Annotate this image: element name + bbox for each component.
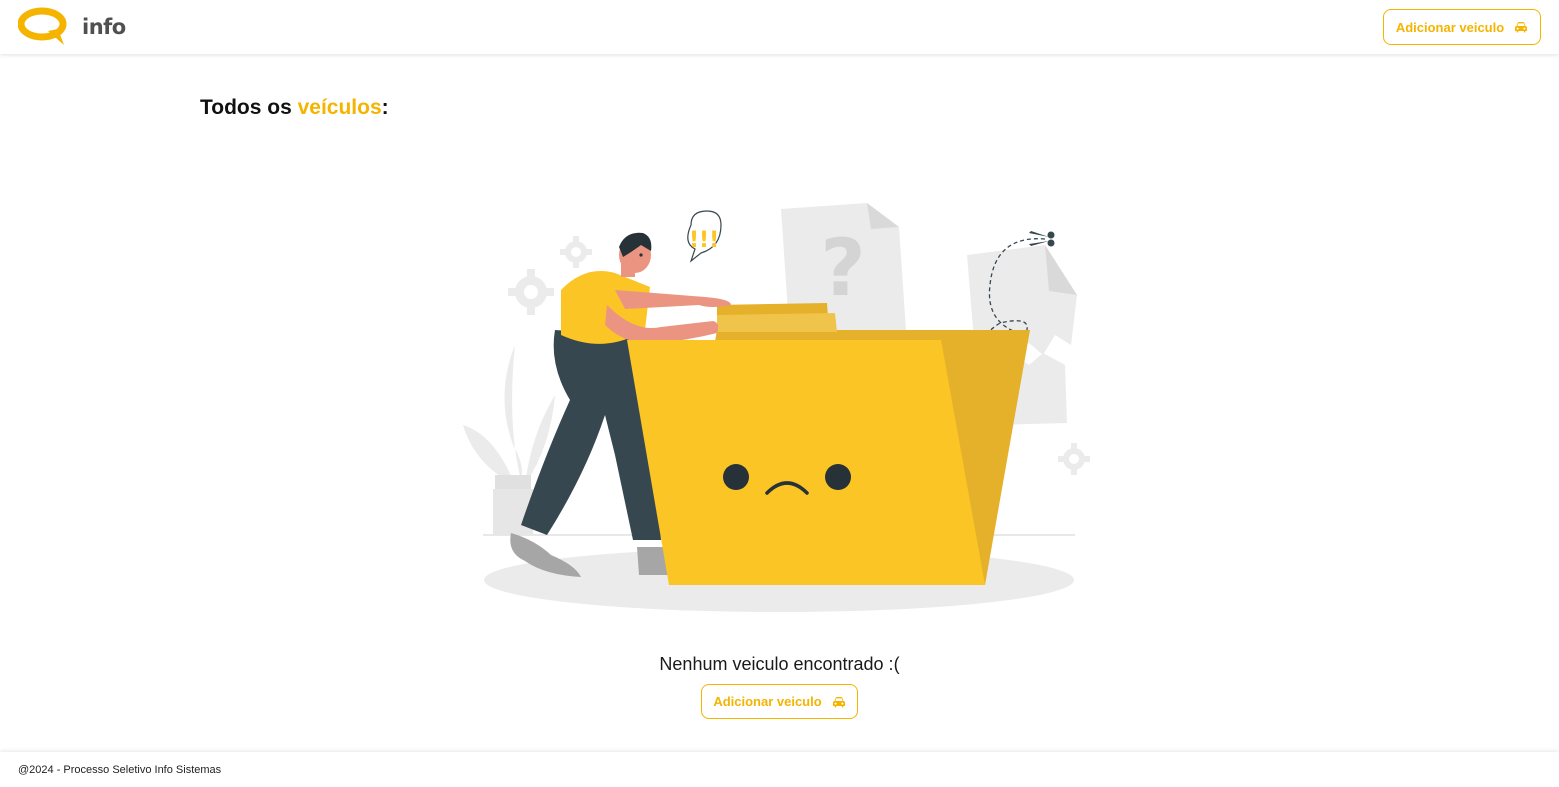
add-vehicle-header-label: Adicionar veiculo — [1395, 19, 1505, 35]
speech-bubble: !!! — [687, 210, 722, 263]
gear-icon — [508, 269, 554, 315]
empty-state-action: Adicionar veiculo — [701, 684, 858, 719]
gear-icon — [1058, 443, 1090, 475]
add-vehicle-button[interactable]: Adicionar veiculo — [701, 684, 858, 719]
folder-papers — [717, 313, 837, 332]
add-vehicle-label: Adicionar veiculo — [713, 694, 822, 709]
top-header: info Adicionar veiculo — [0, 0, 1559, 54]
svg-text:!!!: !!! — [689, 228, 719, 253]
footer: @2024 - Processo Seletivo Info Sistemas — [0, 752, 1559, 787]
logo[interactable]: info — [18, 7, 126, 47]
empty-state-illustration: ? !!! — [463, 203, 1090, 612]
empty-state-message: Nenhum veiculo encontrado :( — [659, 654, 900, 674]
gear-icon — [560, 236, 592, 268]
car-icon — [832, 696, 845, 707]
logo-text: info — [82, 15, 126, 39]
footer-copyright: @2024 - Processo Seletivo Info Sistemas — [18, 763, 222, 776]
page-title-prefix: Todos os — [200, 96, 298, 119]
page-title: Todos os veículos: — [200, 96, 389, 120]
car-icon — [1515, 22, 1528, 33]
svg-text:?: ? — [820, 224, 865, 314]
page-title-suffix: : — [381, 96, 389, 119]
logo-q-icon — [18, 7, 67, 45]
page-title-accent: veículos — [297, 96, 382, 119]
folder-front — [627, 340, 985, 585]
add-vehicle-header-button[interactable]: Adicionar veiculo — [1383, 9, 1541, 45]
